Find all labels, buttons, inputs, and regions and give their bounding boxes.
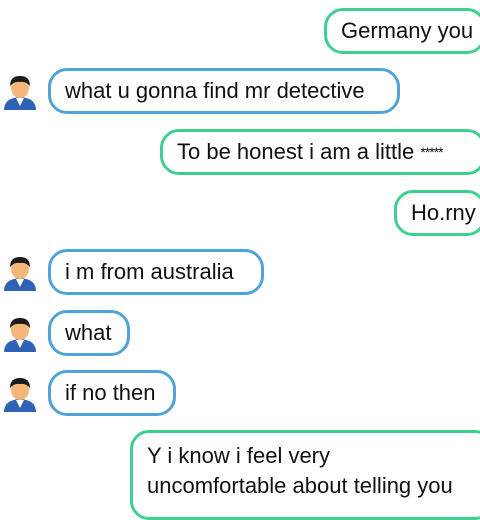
- message-text: what: [65, 320, 112, 345]
- sent-bubble[interactable]: Germany you: [324, 8, 480, 54]
- received-bubble[interactable]: what: [48, 310, 130, 356]
- received-bubble[interactable]: what u gonna find mr detective: [48, 68, 400, 114]
- chat-thread[interactable]: Germany you what u gonna find mr detecti…: [0, 0, 480, 520]
- redacted-text: *****: [420, 144, 443, 160]
- message-text-line: Y i know i feel very: [147, 443, 331, 468]
- user-avatar-icon[interactable]: [0, 70, 40, 110]
- message-text: i m from australia: [65, 259, 234, 284]
- received-bubble[interactable]: i m from australia: [48, 249, 264, 295]
- user-avatar-icon[interactable]: [0, 251, 40, 291]
- user-avatar-icon[interactable]: [0, 372, 40, 412]
- sent-bubble[interactable]: To be honest i am a little *****: [160, 129, 480, 175]
- user-avatar-icon[interactable]: [0, 312, 40, 352]
- received-bubble[interactable]: if no then: [48, 370, 176, 416]
- message-text: Germany you: [341, 18, 474, 43]
- message-text: what u gonna find mr detective: [65, 78, 365, 103]
- message-text-line: uncomfortable about telling you: [147, 473, 453, 498]
- message-text: Ho.rny: [411, 200, 476, 225]
- sent-bubble[interactable]: Ho.rny: [394, 190, 480, 236]
- message-text: To be honest i am a little: [177, 139, 415, 164]
- sent-bubble[interactable]: Y i know i feel very uncomfortable about…: [130, 430, 480, 520]
- message-text: if no then: [65, 380, 156, 405]
